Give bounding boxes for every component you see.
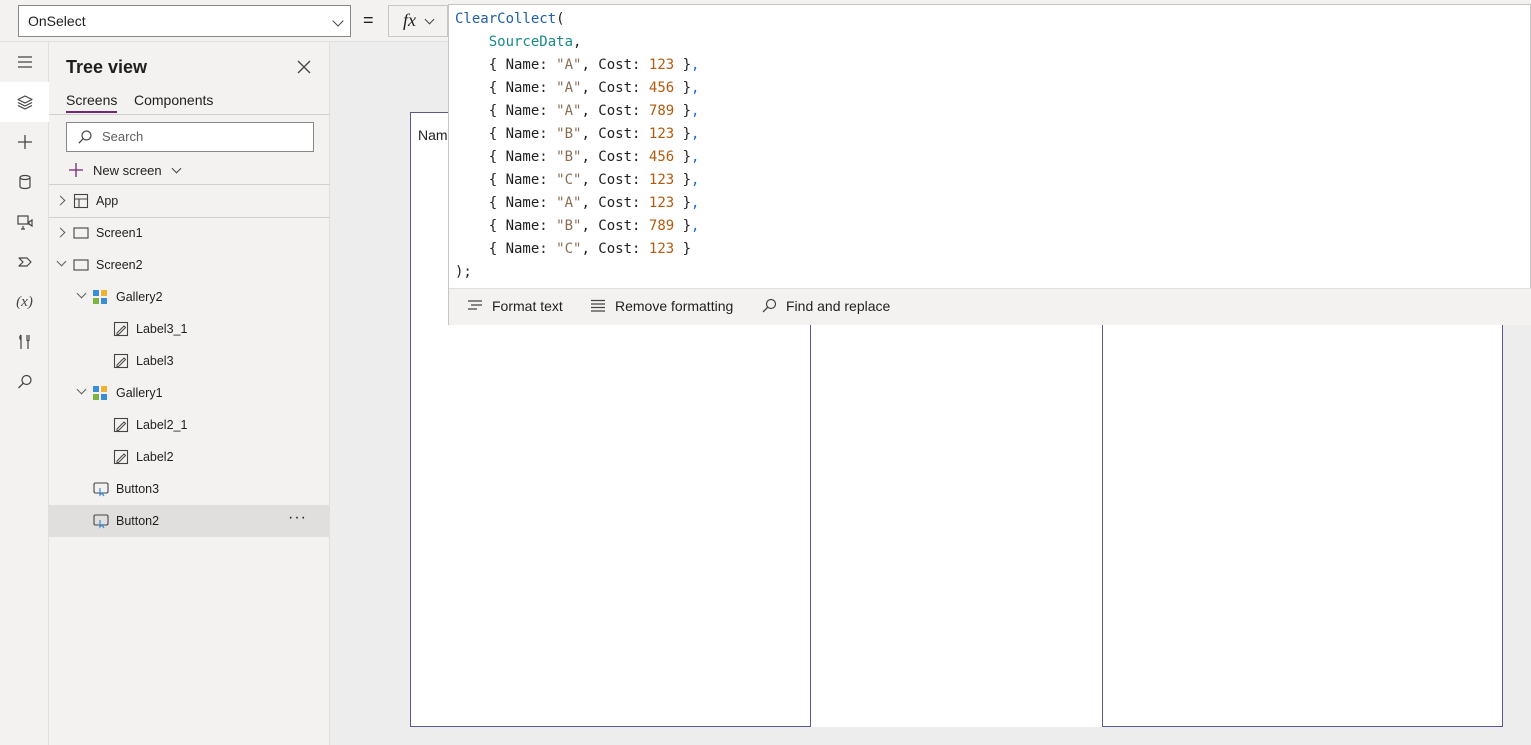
formula-line: { Name: "C", Cost: 123 } xyxy=(455,241,692,257)
tree-node-label2-1[interactable]: Label2_1 xyxy=(49,409,330,441)
label-icon xyxy=(113,417,129,433)
formula-code[interactable]: ClearCollect( SourceData, { Name: "A", C… xyxy=(455,8,699,284)
automate-icon[interactable] xyxy=(0,242,49,282)
label-icon xyxy=(113,321,129,337)
label-icon xyxy=(113,449,129,465)
node-label: Button2 xyxy=(116,514,160,528)
screen-icon xyxy=(73,227,89,239)
left-rail: (x) xyxy=(0,42,49,745)
tree-node-label2[interactable]: Label2 xyxy=(49,441,330,473)
database-icon[interactable] xyxy=(0,162,49,202)
property-dropdown[interactable]: OnSelect xyxy=(18,5,351,37)
gallery-icon xyxy=(93,290,107,304)
node-label: Gallery1 xyxy=(116,386,163,400)
chevron-down-icon xyxy=(171,163,182,173)
node-label: Screen1 xyxy=(96,226,143,240)
chevron-right-icon[interactable] xyxy=(55,195,66,206)
node-label: Button3 xyxy=(116,482,160,496)
search-input[interactable] xyxy=(102,129,302,144)
formula-line: ClearCollect( xyxy=(455,11,565,27)
close-icon[interactable] xyxy=(295,58,313,76)
remove-formatting-label: Remove formatting xyxy=(615,298,734,314)
canvas-label[interactable]: Nam xyxy=(418,127,448,143)
format-text-label: Format text xyxy=(492,298,563,314)
format-text-icon xyxy=(468,300,482,310)
app-icon xyxy=(73,193,89,209)
search-icon xyxy=(78,130,92,144)
gallery-icon xyxy=(93,386,107,400)
new-screen-button[interactable]: New screen xyxy=(68,160,182,180)
node-label: Label3 xyxy=(136,354,174,368)
layers-icon[interactable] xyxy=(0,82,49,122)
tree-node-button2[interactable]: Button2 ··· xyxy=(49,505,330,537)
tree-node-app[interactable]: App xyxy=(49,185,330,217)
label-icon xyxy=(113,353,129,369)
remove-formatting-icon xyxy=(591,299,605,312)
formula-line: { Name: "C", Cost: 123 }, xyxy=(455,172,700,188)
formula-toolbar: Format text Remove formatting Find and r… xyxy=(449,288,1531,325)
media-icon[interactable] xyxy=(0,202,49,242)
node-label: Label2 xyxy=(136,450,174,464)
property-value: OnSelect xyxy=(28,13,86,29)
tree-view-panel: Tree view Screens Components New screen … xyxy=(49,42,330,745)
tab-screens[interactable]: Screens xyxy=(66,92,118,113)
tab-components[interactable]: Components xyxy=(134,92,213,108)
find-replace-label: Find and replace xyxy=(786,298,891,314)
node-label: App xyxy=(96,194,119,208)
variables-icon[interactable]: (x) xyxy=(0,282,49,322)
formula-line: { Name: "A", Cost: 789 }, xyxy=(455,103,700,119)
tab-divider xyxy=(49,114,330,115)
formula-line: { Name: "A", Cost: 123 }, xyxy=(455,195,700,211)
search-box[interactable] xyxy=(66,122,314,152)
formula-line: { Name: "A", Cost: 123 }, xyxy=(455,57,700,73)
button-icon xyxy=(93,482,109,497)
find-replace-button[interactable]: Find and replace xyxy=(761,298,890,314)
remove-formatting-button[interactable]: Remove formatting xyxy=(590,298,733,314)
tree-node-label3[interactable]: Label3 xyxy=(49,345,330,377)
tree-node-label3-1[interactable]: Label3_1 xyxy=(49,313,330,345)
tree-node-button3[interactable]: Button3 xyxy=(49,473,330,505)
tools-icon[interactable] xyxy=(0,322,49,362)
tree-node-screen1[interactable]: Screen1 xyxy=(49,217,330,249)
chevron-down-icon[interactable] xyxy=(56,256,67,267)
hamburger-icon[interactable] xyxy=(0,42,49,82)
plus-icon xyxy=(69,163,83,177)
fx-button[interactable]: fx xyxy=(388,5,448,37)
formula-editor[interactable]: ClearCollect( SourceData, { Name: "A", C… xyxy=(448,4,1531,325)
node-label: Gallery2 xyxy=(116,290,163,304)
tree-node-gallery1[interactable]: Gallery1 xyxy=(49,377,330,409)
formula-line: SourceData, xyxy=(488,34,582,50)
format-text-button[interactable]: Format text xyxy=(467,298,563,314)
new-screen-label: New screen xyxy=(93,162,162,178)
formula-line: { Name: "A", Cost: 456 }, xyxy=(455,80,700,96)
chevron-down-icon xyxy=(424,14,435,25)
chevron-right-icon[interactable] xyxy=(55,227,66,238)
plus-icon[interactable] xyxy=(0,122,49,162)
search-icon[interactable] xyxy=(0,362,49,402)
formula-line: ); xyxy=(455,264,472,280)
tree-node-gallery2[interactable]: Gallery2 xyxy=(49,281,330,313)
search-icon xyxy=(762,298,777,313)
formula-line: { Name: "B", Cost: 456 }, xyxy=(455,149,700,165)
chevron-down-icon[interactable] xyxy=(76,288,87,299)
chevron-down-icon[interactable] xyxy=(76,384,87,395)
equals-sign: = xyxy=(363,10,374,30)
node-label: Label3_1 xyxy=(136,322,188,336)
node-label: Label2_1 xyxy=(136,418,188,432)
panel-title: Tree view xyxy=(66,57,148,77)
formula-line: { Name: "B", Cost: 789 }, xyxy=(455,218,700,234)
fx-icon: fx xyxy=(403,10,416,30)
screen-icon xyxy=(73,259,89,271)
chevron-down-icon xyxy=(332,15,344,27)
node-label: Screen2 xyxy=(96,258,143,272)
button-icon xyxy=(93,514,109,529)
tree-node-screen2[interactable]: Screen2 xyxy=(49,249,330,281)
more-options-icon[interactable]: ··· xyxy=(288,509,307,527)
formula-line: { Name: "B", Cost: 123 }, xyxy=(455,126,700,142)
